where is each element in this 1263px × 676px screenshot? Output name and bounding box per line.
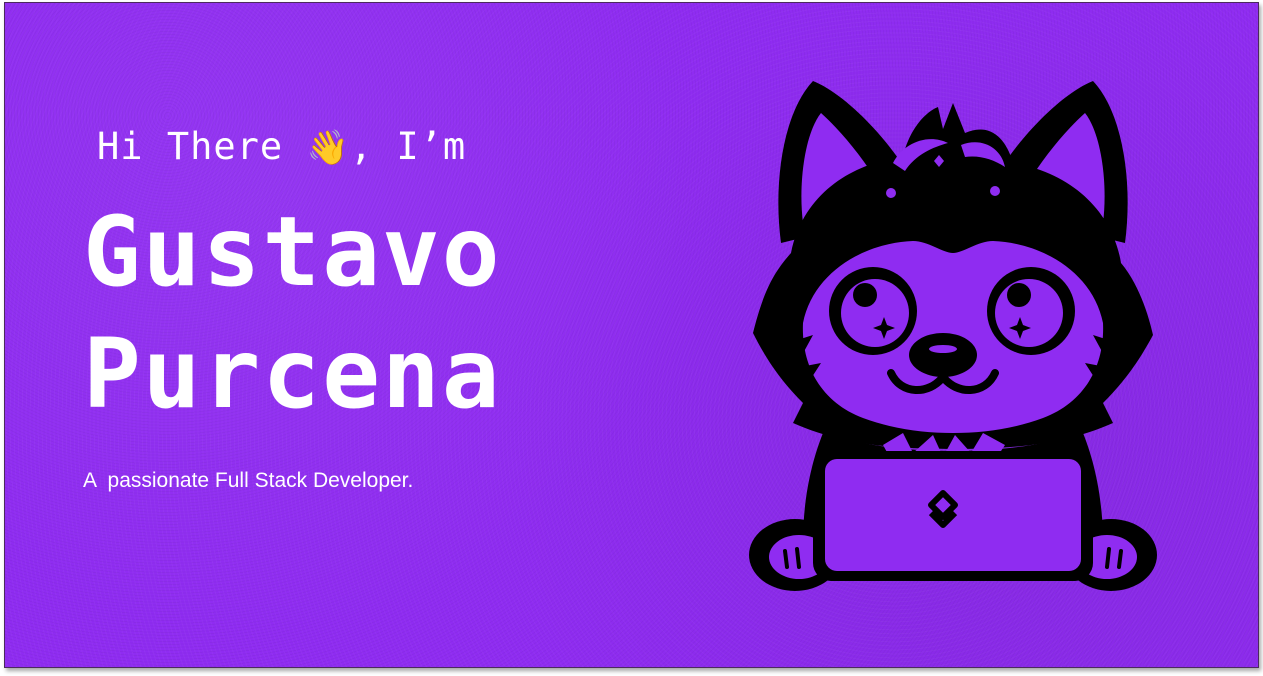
left-eye-highlight — [853, 283, 877, 307]
hero-name: Gustavo Purcena — [83, 191, 502, 435]
greeting-line: Hi There 👋, I’m — [97, 125, 466, 168]
forehead-dot — [990, 186, 1000, 196]
greeting-suffix: , I’m — [349, 125, 467, 168]
nose-highlight — [929, 345, 957, 353]
greeting-prefix: Hi There — [97, 125, 307, 168]
hero-banner: Hi There 👋, I’m Gustavo Purcena A passio… — [4, 2, 1259, 668]
fox-mascot-illustration — [749, 81, 1157, 591]
first-name: Gustavo — [83, 196, 502, 308]
tagline: A passionate Full Stack Developer. — [83, 469, 414, 492]
last-name: Purcena — [83, 318, 502, 430]
forehead-dot — [886, 188, 896, 198]
nose — [909, 333, 977, 377]
waving-hand-icon: 👋 — [306, 128, 350, 168]
right-eye-highlight — [1007, 283, 1031, 307]
